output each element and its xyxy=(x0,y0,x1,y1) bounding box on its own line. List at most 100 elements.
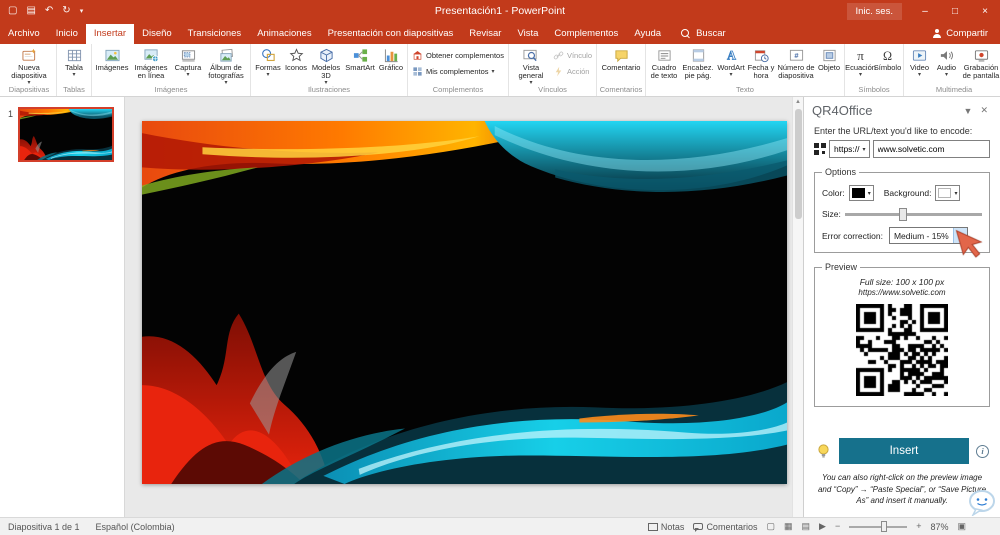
tab-vista[interactable]: Vista xyxy=(509,24,546,44)
symbol-button[interactable]: Símbolo xyxy=(874,46,901,72)
zoom-overview-button[interactable]: Vista general ▾ xyxy=(511,46,551,86)
save-icon[interactable]: ▤ xyxy=(26,6,35,16)
slideshow-icon[interactable]: ▢ xyxy=(8,6,17,16)
comments-button[interactable]: Comentarios xyxy=(693,522,757,532)
undo-icon[interactable]: ↶ xyxy=(45,6,53,16)
url-input[interactable] xyxy=(873,140,990,158)
tab-diseno[interactable]: Diseño xyxy=(134,24,180,44)
slide-number-button[interactable]: Número de diapositiva xyxy=(776,46,816,80)
images-button[interactable]: Imágenes xyxy=(94,46,130,72)
zoom-slider[interactable] xyxy=(849,526,907,528)
info-icon[interactable]: i xyxy=(976,445,989,458)
panel-close-icon[interactable]: ✕ xyxy=(976,105,992,116)
ribbon-group-simbolos: Ecuación ▾ Símbolo Símbolos xyxy=(845,44,904,96)
qr4office-panel: QR4Office ▼ ✕ Enter the URL/text you'd l… xyxy=(803,97,1000,517)
qr-footer: Insert i xyxy=(814,438,990,464)
sign-in-button[interactable]: Inic. ses. xyxy=(847,3,903,20)
screen-recording-button[interactable]: Grabación de pantalla xyxy=(960,46,1000,80)
equation-button[interactable]: Ecuación ▾ xyxy=(847,46,874,78)
zoom-in-icon[interactable]: + xyxy=(916,522,921,531)
slideshow-view-icon[interactable]: ▶ xyxy=(819,522,826,531)
header-footer-button[interactable]: Encabez. pie pág. xyxy=(680,46,716,80)
insert-button[interactable]: Insert xyxy=(839,438,969,464)
quick-access-toolbar: ▢ ▤ ↶ ↻ ▾ xyxy=(0,6,83,16)
language-indicator[interactable]: Español (Colombia) xyxy=(96,522,175,532)
ribbon-group-comentarios: Comentario Comentarios xyxy=(597,44,646,96)
redo-icon[interactable]: ↻ xyxy=(62,6,70,16)
slide-number-icon xyxy=(789,48,804,63)
preview-url-text: https://www.solvetic.com xyxy=(822,288,982,297)
smartart-button[interactable]: SmartArt xyxy=(343,46,377,72)
group-caption: Complementos xyxy=(410,84,506,96)
chart-button[interactable]: Gráfico xyxy=(377,46,405,72)
video-button[interactable]: Video ▾ xyxy=(906,46,933,78)
slide-thumbnail[interactable] xyxy=(18,107,114,162)
table-button[interactable]: Tabla ▾ xyxy=(59,46,89,78)
tab-complementos[interactable]: Complementos xyxy=(546,24,626,44)
close-button[interactable]: × xyxy=(970,0,1000,22)
online-picture-icon xyxy=(144,48,159,63)
zoom-level[interactable]: 87% xyxy=(930,522,948,532)
share-button[interactable]: Compartir xyxy=(920,28,1000,44)
tab-transiciones[interactable]: Transiciones xyxy=(180,24,250,44)
button-label: Captura xyxy=(175,64,202,72)
protocol-dropdown[interactable]: https:// ▾ xyxy=(829,140,870,158)
size-slider[interactable] xyxy=(845,207,982,221)
zoom-slider-thumb[interactable] xyxy=(881,521,887,532)
customize-quick-access-icon[interactable]: ▾ xyxy=(80,8,84,15)
tab-presentacion[interactable]: Presentación con diapositivas xyxy=(320,24,462,44)
button-label: Fecha y hora xyxy=(746,64,776,80)
panel-options-chevron-icon[interactable]: ▼ xyxy=(960,106,977,116)
tab-revisar[interactable]: Revisar xyxy=(461,24,509,44)
zoom-out-icon[interactable]: − xyxy=(835,522,840,531)
slide-editor[interactable] xyxy=(142,121,787,484)
icons-button[interactable]: Iconos xyxy=(283,46,309,72)
overview-icon xyxy=(523,48,538,63)
lightbulb-icon[interactable] xyxy=(815,443,832,460)
search-icon xyxy=(681,29,691,39)
screenshot-button[interactable]: Captura ▾ xyxy=(172,46,204,78)
action-button[interactable]: Acción xyxy=(551,65,594,78)
text-box-button[interactable]: Cuadro de texto xyxy=(648,46,680,80)
comment-button[interactable]: Comentario xyxy=(599,46,643,72)
qr4office-body: Enter the URL/text you'd like to encode:… xyxy=(804,120,1000,517)
qr-code-preview[interactable] xyxy=(856,304,948,396)
tab-inicio[interactable]: Inicio xyxy=(48,24,86,44)
color-row: Color: ▾ Background: ▾ xyxy=(822,185,982,201)
slide-thumbnail-art xyxy=(20,109,112,160)
date-time-button[interactable]: Fecha y hora xyxy=(746,46,776,80)
tab-ayuda[interactable]: Ayuda xyxy=(626,24,669,44)
status-bar: Diapositiva 1 de 1 Español (Colombia) No… xyxy=(0,517,1000,535)
tab-archivo[interactable]: Archivo xyxy=(0,24,48,44)
object-button[interactable]: Objeto xyxy=(816,46,842,72)
3d-models-button[interactable]: Modelos 3D ▾ xyxy=(309,46,343,86)
fit-to-window-icon[interactable]: ▣ xyxy=(957,522,966,531)
minimize-button[interactable]: – xyxy=(910,0,940,22)
new-slide-button[interactable]: Nueva diapositiva ▾ xyxy=(4,46,54,86)
color-picker[interactable]: ▾ xyxy=(849,185,874,201)
get-add-ins-button[interactable]: Obtener complementos xyxy=(410,49,506,62)
reading-view-icon[interactable]: ▤ xyxy=(802,522,811,531)
notes-button[interactable]: Notas xyxy=(648,522,685,532)
chevron-down-icon: ▾ xyxy=(186,73,189,78)
tab-animaciones[interactable]: Animaciones xyxy=(249,24,319,44)
online-images-button[interactable]: Imágenes en línea xyxy=(130,46,172,80)
photo-album-button[interactable]: Álbum de fotografías ▾ xyxy=(204,46,248,86)
link-button[interactable]: Vínculo xyxy=(551,49,594,62)
search-box[interactable]: Buscar xyxy=(681,28,726,44)
tab-insertar[interactable]: Insertar xyxy=(86,24,134,44)
slide-sorter-view-icon[interactable]: ▦ xyxy=(784,522,793,531)
maximize-button[interactable]: □ xyxy=(940,0,970,22)
wordart-button[interactable]: WordArt ▾ xyxy=(716,46,746,78)
scroll-up-icon[interactable]: ▲ xyxy=(795,97,801,107)
audio-button[interactable]: Audio ▾ xyxy=(933,46,960,78)
chevron-down-icon: ▾ xyxy=(729,73,732,78)
shapes-button[interactable]: Formas ▾ xyxy=(253,46,283,78)
normal-view-icon[interactable]: ▢ xyxy=(766,522,775,531)
help-assistant-icon[interactable] xyxy=(967,489,997,516)
background-picker[interactable]: ▾ xyxy=(935,185,960,201)
button-label: Iconos xyxy=(285,64,307,72)
scrollbar-thumb[interactable] xyxy=(795,109,802,219)
qr4office-title: QR4Office xyxy=(812,103,960,118)
my-add-ins-button[interactable]: Mis complementos ▾ xyxy=(410,65,506,78)
